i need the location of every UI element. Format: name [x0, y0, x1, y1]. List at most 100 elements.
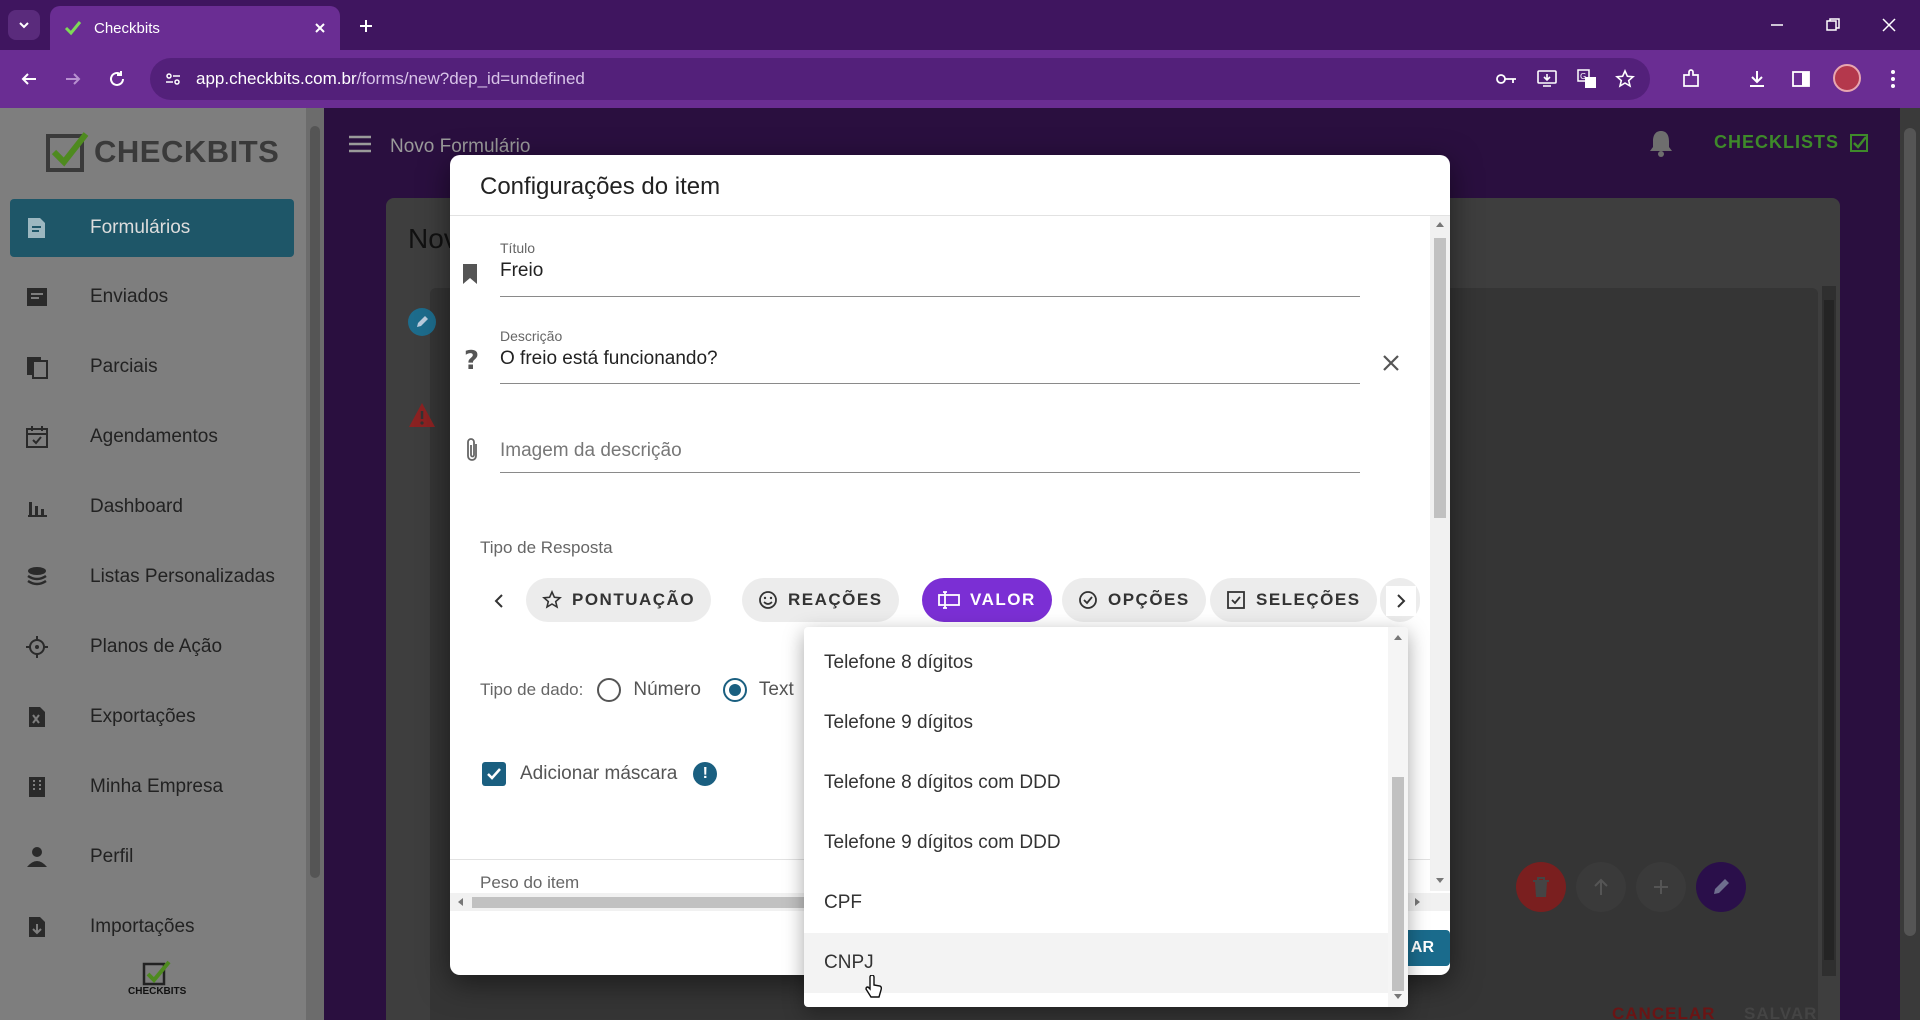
form-scrollbar[interactable] — [1822, 286, 1836, 976]
sidebar-item-parciais[interactable]: Parciais — [10, 338, 294, 396]
sidebar-item-formularios[interactable]: Formulários — [10, 199, 294, 257]
sidebar-item-listas-personalizadas[interactable]: Listas Personalizadas — [10, 548, 294, 606]
move-up-button[interactable] — [1576, 862, 1626, 912]
weight-label: Peso do item — [480, 873, 580, 892]
reload-button[interactable] — [100, 62, 134, 96]
chip-valor[interactable]: VALOR — [922, 578, 1052, 622]
target-icon — [22, 632, 52, 662]
description-input[interactable]: O freio está funcionando? — [500, 348, 1410, 370]
radio-numero[interactable] — [597, 678, 622, 702]
mask-checkbox[interactable] — [482, 762, 506, 786]
tab-search-button[interactable] — [8, 10, 40, 40]
mask-option: Adicionar máscara ! — [482, 762, 718, 786]
sidebar-item-perfil[interactable]: Perfil — [10, 828, 294, 886]
restore-button[interactable] — [1810, 8, 1856, 42]
chevron-down-icon — [19, 22, 29, 29]
profile-avatar[interactable] — [1833, 64, 1861, 92]
logo-check-icon — [46, 132, 89, 172]
edit-icon[interactable] — [408, 308, 436, 336]
stack-icon — [22, 562, 52, 592]
browser-tab[interactable]: Checkbits — [50, 6, 340, 50]
title-underline — [500, 296, 1360, 297]
chip-selecoes[interactable]: SELEÇÕES — [1210, 578, 1377, 622]
data-type-group: Tipo de dado: Número Text — [480, 678, 794, 702]
address-bar[interactable]: app.checkbits.com.br/forms/new?dep_id=un… — [150, 58, 1650, 100]
translate-icon[interactable]: G — [1574, 66, 1600, 92]
sidebar-item-planos-de-acao[interactable]: Planos de Ação — [10, 618, 294, 676]
delete-item-button[interactable] — [1516, 862, 1566, 912]
close-window-button[interactable] — [1866, 8, 1912, 42]
tab-title: Checkbits — [94, 19, 160, 37]
dialog-vertical-scrollbar[interactable] — [1430, 216, 1450, 891]
menu-button[interactable] — [348, 134, 372, 154]
svg-text:G: G — [1580, 72, 1586, 81]
option-telefone-8[interactable]: Telefone 8 dígitos — [804, 633, 1388, 693]
minimize-button[interactable] — [1754, 8, 1800, 42]
download-icon — [1750, 71, 1764, 87]
chips-prev-button[interactable] — [484, 586, 514, 616]
notifications-button[interactable] — [1648, 128, 1674, 158]
restore-icon — [1826, 18, 1840, 31]
chip-opcoes[interactable]: OPÇÕES — [1062, 578, 1206, 622]
check-circle-icon — [1079, 591, 1097, 609]
title-input[interactable]: Freio — [500, 260, 1410, 282]
browser-menu-button[interactable] — [1876, 62, 1910, 96]
password-key-icon[interactable] — [1494, 66, 1520, 92]
downloads-button[interactable] — [1740, 62, 1774, 96]
option-telefone-9-ddd[interactable]: Telefone 9 dígitos com DDD — [804, 813, 1388, 873]
hamburger-icon — [349, 135, 371, 153]
side-panel-icon — [1792, 71, 1810, 87]
hand-cursor-icon — [865, 975, 883, 998]
checklists-link[interactable]: CHECKLISTS — [1714, 132, 1869, 153]
sidebar-item-agendamentos[interactable]: Agendamentos — [10, 408, 294, 466]
option-telefone-9[interactable]: Telefone 9 dígitos — [804, 693, 1388, 753]
page-scrollbar[interactable] — [1900, 108, 1920, 1020]
title-field[interactable]: Título Freio — [500, 240, 1410, 282]
input-icon — [938, 591, 960, 609]
sidebar-item-minha-empresa[interactable]: Minha Empresa — [10, 758, 294, 816]
smiley-icon — [759, 591, 777, 609]
install-app-icon[interactable] — [1534, 66, 1560, 92]
check-icon — [487, 768, 501, 780]
sidebar-item-importacoes[interactable]: Importações — [10, 898, 294, 956]
option-cnpj[interactable]: CNPJ — [804, 933, 1388, 993]
sidebar-item-enviados[interactable]: Enviados — [10, 268, 294, 326]
clear-description-button[interactable] — [1382, 354, 1400, 372]
back-button[interactable] — [12, 62, 46, 96]
check-box-icon — [1227, 591, 1245, 609]
dropdown-scrollbar[interactable] — [1388, 627, 1408, 1007]
mask-info-icon[interactable]: ! — [693, 762, 718, 786]
sent-icon — [22, 282, 52, 312]
option-telefone-8-ddd[interactable]: Telefone 8 dígitos com DDD — [804, 753, 1388, 813]
forward-button[interactable] — [56, 62, 90, 96]
star-icon — [542, 590, 562, 609]
dialog-title: Configurações do item — [480, 173, 721, 200]
new-tab-button[interactable] — [352, 12, 380, 40]
image-field[interactable]: Imagem da descrição — [500, 440, 1410, 462]
response-type-chips: PONTUAÇÃO REAÇÕES VALOR OPÇÕES SELEÇÕES — [478, 578, 1420, 624]
edit-item-button[interactable] — [1696, 862, 1746, 912]
site-info-icon[interactable] — [160, 66, 186, 92]
sidebar-item-exportacoes[interactable]: Exportações — [10, 688, 294, 746]
extensions-button[interactable] — [1674, 62, 1708, 96]
chip-reacoes[interactable]: REAÇÕES — [742, 578, 899, 622]
cancel-button[interactable]: CANCELAR — [1612, 1004, 1715, 1020]
tab-close-button[interactable] — [306, 14, 334, 42]
bar-chart-icon — [22, 492, 52, 522]
radio-texto[interactable] — [722, 678, 747, 702]
description-field[interactable]: Descrição O freio está funcionando? — [500, 328, 1410, 370]
sidebar-item-dashboard[interactable]: Dashboard — [10, 478, 294, 536]
data-type-label: Tipo de dado: — [480, 680, 584, 699]
sidebar-scrollbar[interactable] — [306, 108, 324, 1020]
save-form-button[interactable]: SALVAR — [1744, 1004, 1817, 1020]
chips-next-button[interactable] — [1386, 586, 1416, 616]
browser-tab-bar: Checkbits — [0, 0, 1920, 50]
add-item-button[interactable] — [1636, 862, 1686, 912]
minimize-icon — [1771, 24, 1783, 26]
option-cpf[interactable]: CPF — [804, 873, 1388, 933]
image-underline — [500, 472, 1360, 473]
side-panel-button[interactable] — [1784, 62, 1818, 96]
arrow-up-icon — [1594, 878, 1608, 895]
chip-pontuacao[interactable]: PONTUAÇÃO — [526, 578, 712, 622]
bookmark-star-icon[interactable] — [1612, 66, 1638, 92]
